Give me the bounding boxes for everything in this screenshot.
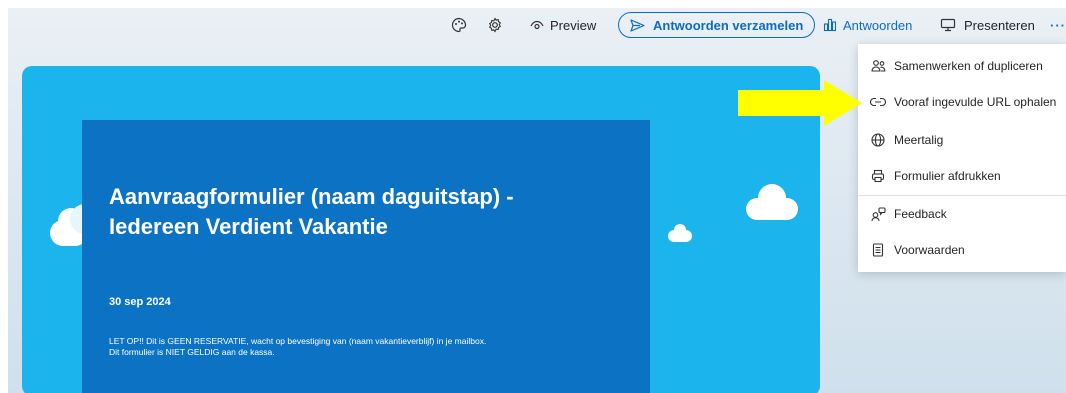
menu-item-label: Meertalig (894, 133, 944, 147)
more-label: ··· (1050, 17, 1066, 33)
form-title: Aanvraagformulier (naam daguitstap) - Ie… (109, 184, 514, 239)
menu-item-label: Vooraf ingevulde URL ophalen (894, 95, 1057, 109)
responses-label: Antwoorden (843, 17, 913, 33)
annotation-arrow (738, 80, 862, 126)
menu-item-label: Voorwaarden (894, 243, 965, 257)
top-border (0, 0, 1066, 8)
feedback-icon (858, 206, 894, 222)
document-icon (858, 243, 894, 257)
gear-icon (487, 17, 503, 33)
more-options-menu: Samenwerken of dupliceren Vooraf ingevul… (858, 44, 1066, 272)
menu-item-label: Samenwerken of dupliceren (894, 59, 1043, 73)
form-note-line-2: Dit formulier is NIET GELDIG aan de kass… (109, 347, 275, 357)
menu-item-label: Feedback (894, 207, 947, 221)
responses-button[interactable]: Antwoorden (823, 8, 912, 42)
present-button[interactable]: Presenteren (940, 8, 1035, 42)
palette-icon (451, 17, 467, 33)
menu-item-multilingual[interactable]: Meertalig (858, 122, 1066, 158)
more-options-button[interactable]: ··· (1050, 8, 1066, 42)
theme-button[interactable] (451, 8, 467, 42)
present-label: Presenteren (964, 17, 1035, 33)
menu-item-terms[interactable]: Voorwaarden (858, 232, 1066, 268)
menu-item-prefilled-url[interactable]: Vooraf ingevulde URL ophalen (858, 84, 1066, 120)
printer-icon (858, 169, 894, 183)
bar-chart-icon (823, 18, 837, 32)
people-icon (858, 59, 894, 73)
collect-label: Antwoorden verzamelen (653, 17, 804, 33)
menu-item-label: Formulier afdrukken (894, 169, 1001, 183)
menu-item-collaborate[interactable]: Samenwerken of dupliceren (858, 48, 1066, 84)
arrow-shape (738, 80, 862, 126)
form-date: 30 sep 2024 (109, 296, 171, 308)
form-note-line-1: LET OP!! Dit is GEEN RESERVATIE, wacht o… (109, 336, 487, 346)
send-icon (630, 18, 645, 32)
preview-button[interactable]: Preview (530, 8, 596, 42)
left-border (0, 0, 8, 393)
form-note: LET OP!! Dit is GEEN RESERVATIE, wacht o… (109, 336, 629, 358)
menu-item-print[interactable]: Formulier afdrukken (858, 158, 1066, 194)
eye-icon (530, 19, 544, 31)
globe-icon (858, 133, 894, 147)
menu-item-feedback[interactable]: Feedback (858, 196, 1066, 232)
toolbar: Preview Antwoorden verzamelen Antwoorden… (8, 8, 1066, 42)
form-header-banner: Aanvraagformulier (naam daguitstap) - Ie… (22, 66, 820, 393)
preview-label: Preview (550, 17, 597, 33)
settings-button[interactable] (487, 8, 503, 42)
collect-responses-button[interactable]: Antwoorden verzamelen (618, 12, 816, 38)
title-card: Aanvraagformulier (naam daguitstap) - Ie… (82, 120, 650, 393)
presentation-icon (940, 18, 956, 32)
